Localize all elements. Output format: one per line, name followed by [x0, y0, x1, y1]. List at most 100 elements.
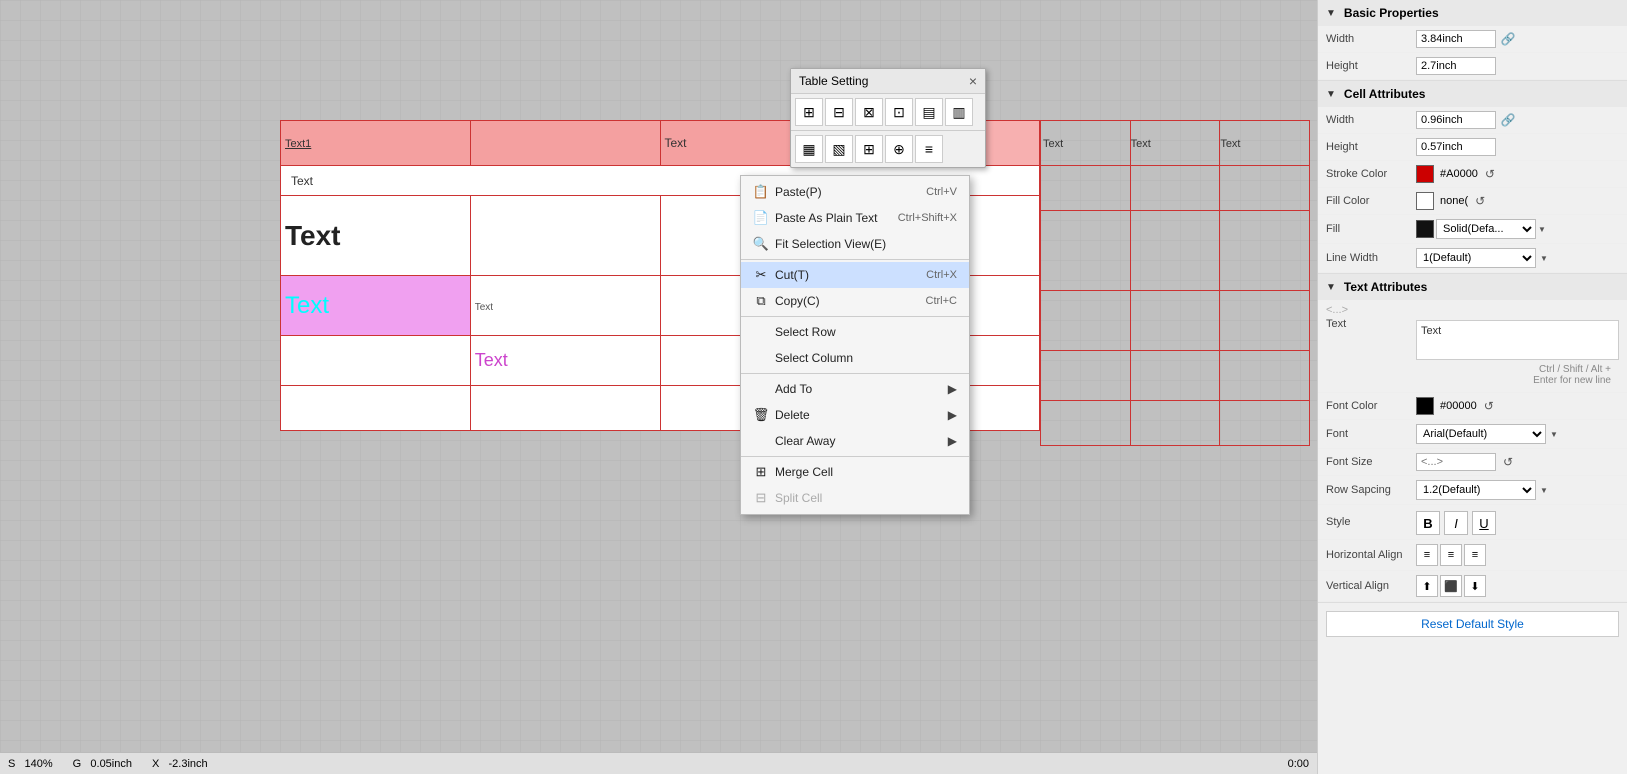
font-size-refresh-icon[interactable]: ↺ [1500, 454, 1516, 470]
status-s: S 140% [8, 758, 53, 770]
text-label: Text [1326, 318, 1416, 362]
basic-properties-header: ▼ Basic Properties [1318, 0, 1627, 26]
ts-icon-valign[interactable]: ≡ [915, 135, 943, 163]
stroke-refresh-icon[interactable]: ↺ [1482, 166, 1498, 182]
ts-icon-align2[interactable]: ▧ [825, 135, 853, 163]
v-align-buttons: ⬆ ⬛ ⬇ [1416, 575, 1619, 597]
cell-small-text: Text [475, 302, 493, 313]
text-display[interactable]: Text [1416, 320, 1619, 360]
width-input[interactable] [1416, 30, 1496, 48]
link-proportional-icon[interactable]: 🔗 [1500, 31, 1516, 47]
reset-default-style-button[interactable]: Reset Default Style [1326, 611, 1619, 637]
split-icon: ⊟ [753, 490, 769, 506]
cell-collapse-icon[interactable]: ▼ [1326, 89, 1336, 100]
cell-link-icon[interactable]: 🔗 [1500, 112, 1516, 128]
fill-select[interactable]: Solid(Defa... [1436, 219, 1536, 239]
ts-icon-table1[interactable]: ⊞ [795, 98, 823, 126]
v-align-middle-button[interactable]: ⬛ [1440, 575, 1462, 597]
font-color-swatch[interactable] [1416, 397, 1434, 415]
cm-delete[interactable]: 🗑 Delete ▶ [741, 402, 969, 428]
cm-paste-plain-shortcut: Ctrl+Shift+X [898, 212, 957, 224]
fill-chevron-icon: ▼ [1538, 225, 1546, 234]
line-width-select[interactable]: 1(Default) [1416, 248, 1536, 268]
ts-icon-align1[interactable]: ▦ [795, 135, 823, 163]
font-row: Font Arial(Default) ▼ [1318, 420, 1627, 449]
cm-cut[interactable]: ✂ Cut(T) Ctrl+X [741, 262, 969, 288]
fill-row: Fill Solid(Defa... ▼ [1318, 215, 1627, 244]
stroke-color-swatch[interactable] [1416, 165, 1434, 183]
cm-select-col[interactable]: Select Column [741, 345, 969, 371]
rt-text1: Text [1041, 136, 1065, 152]
font-label: Font [1326, 428, 1416, 440]
h-align-label: Horizontal Align [1326, 549, 1416, 561]
fill-refresh-icon[interactable]: ↺ [1472, 193, 1488, 209]
cm-merge-label: Merge Cell [775, 465, 833, 479]
text-field-row: <...> Text Text Ctrl / Shift / Alt +Ente… [1318, 300, 1627, 393]
cm-merge-cell[interactable]: ⊞ Merge Cell [741, 459, 969, 485]
v-align-bottom-button[interactable]: ⬇ [1464, 575, 1486, 597]
bold-button[interactable]: B [1416, 511, 1440, 535]
delete-arrow-icon: ▶ [948, 408, 957, 422]
table-setting-header: Table Setting × [791, 69, 985, 94]
text-collapse-icon[interactable]: ▼ [1326, 282, 1336, 293]
ts-icon-table3[interactable]: ⊠ [855, 98, 883, 126]
ts-icon-border[interactable]: ⊞ [855, 135, 883, 163]
h-align-left-button[interactable]: ≡ [1416, 544, 1438, 566]
fill-black-swatch [1416, 220, 1434, 238]
text-placeholder: <...> [1326, 304, 1348, 316]
font-size-input[interactable] [1416, 453, 1496, 471]
row-spacing-select[interactable]: 1.2(Default) [1416, 480, 1536, 500]
h-align-right-button[interactable]: ≡ [1464, 544, 1486, 566]
font-select[interactable]: Arial(Default) [1416, 424, 1546, 444]
ts-icon-table6[interactable]: ▥ [945, 98, 973, 126]
style-label: Style [1326, 516, 1416, 528]
fill-color-label: Fill Color [1326, 195, 1416, 207]
select-col-icon [753, 350, 769, 366]
collapse-icon[interactable]: ▼ [1326, 8, 1336, 19]
clear-away-icon [753, 433, 769, 449]
font-color-refresh-icon[interactable]: ↺ [1481, 398, 1497, 414]
close-icon[interactable]: × [969, 73, 977, 89]
cm-paste-plain-label: Paste As Plain Text [775, 211, 878, 225]
cm-divider1 [741, 259, 969, 260]
cm-copy[interactable]: ⧉ Copy(C) Ctrl+C [741, 288, 969, 314]
v-align-top-button[interactable]: ⬆ [1416, 575, 1438, 597]
ts-icon-table4[interactable]: ⊡ [885, 98, 913, 126]
width-row: Width 🔗 [1318, 26, 1627, 53]
cm-cut-label: Cut(T) [775, 268, 809, 282]
v-align-row: Vertical Align ⬆ ⬛ ⬇ [1318, 571, 1627, 602]
cm-paste[interactable]: 📋 Paste(P) Ctrl+V [741, 179, 969, 205]
width-value-container: 🔗 [1416, 30, 1619, 48]
fill-color-text: none( [1440, 195, 1468, 207]
cm-fit[interactable]: 🔍 Fit Selection View(E) [741, 231, 969, 257]
font-color-label: Font Color [1326, 400, 1416, 412]
cm-select-row[interactable]: Select Row [741, 319, 969, 345]
cm-divider4 [741, 456, 969, 457]
stroke-color-text: #A0000 [1440, 168, 1478, 180]
cm-paste-plain[interactable]: 📄 Paste As Plain Text Ctrl+Shift+X [741, 205, 969, 231]
cell-text-row2: Text [281, 174, 313, 188]
row-spacing-row: Row Sapcing 1.2(Default) ▼ [1318, 476, 1627, 505]
height-input[interactable] [1416, 57, 1496, 75]
stroke-color-label: Stroke Color [1326, 168, 1416, 180]
cell-height-input[interactable] [1416, 138, 1496, 156]
fill-label: Fill [1326, 223, 1416, 235]
italic-button[interactable]: I [1444, 511, 1468, 535]
fit-icon: 🔍 [753, 236, 769, 252]
font-value: Arial(Default) ▼ [1416, 424, 1619, 444]
s-value: 140% [25, 758, 53, 770]
add-to-icon [753, 381, 769, 397]
fill-color-swatch[interactable] [1416, 192, 1434, 210]
h-align-center-button[interactable]: ≡ [1440, 544, 1462, 566]
ts-icon-table5[interactable]: ▤ [915, 98, 943, 126]
cm-add-to[interactable]: Add To ▶ [741, 376, 969, 402]
ts-icon-halign[interactable]: ⊕ [885, 135, 913, 163]
cell-width-input[interactable] [1416, 111, 1496, 129]
ts-icon-table2[interactable]: ⊟ [825, 98, 853, 126]
context-menu: 📋 Paste(P) Ctrl+V 📄 Paste As Plain Text … [740, 175, 970, 515]
cm-paste-label: Paste(P) [775, 185, 822, 199]
fill-color-row: Fill Color none( ↺ [1318, 188, 1627, 215]
status-x: X -2.3inch [152, 758, 208, 770]
cm-clear-away[interactable]: Clear Away ▶ [741, 428, 969, 454]
underline-button[interactable]: U [1472, 511, 1496, 535]
